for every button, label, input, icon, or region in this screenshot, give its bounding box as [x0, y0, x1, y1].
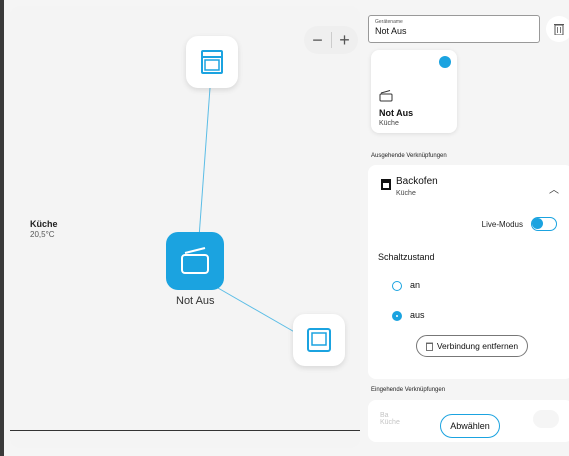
room-label: Küche 20,5°C	[30, 219, 58, 239]
status-badge	[439, 56, 451, 68]
chevron-up-icon[interactable]: ︿	[549, 181, 559, 196]
zoom-control: − +	[304, 26, 358, 54]
room-name: Küche	[30, 219, 58, 229]
radio-an[interactable]	[392, 281, 402, 291]
device-icon	[307, 328, 331, 352]
graph-canvas[interactable]: − + Küche 20,5°C Not Aus	[10, 6, 360, 448]
oven-icon	[381, 179, 391, 190]
incoming-title: Eingehende Verknüpfungen	[371, 387, 446, 393]
delete-device-button[interactable]	[546, 16, 569, 42]
canvas-divider	[10, 430, 360, 431]
node-backofen[interactable]	[186, 36, 238, 88]
incoming-device: Ba Küche	[380, 412, 400, 426]
device-name-value[interactable]: Not Aus	[375, 26, 533, 36]
device-card-room: Küche	[379, 120, 399, 127]
incoming-device-room: Küche	[380, 419, 400, 426]
trash-icon	[425, 342, 433, 351]
app-frame: − + Küche 20,5°C Not Aus Gerätename Not …	[0, 0, 569, 456]
outgoing-link-card: Backofen Küche ︿ Live-Modus Schaltzustan…	[368, 165, 569, 379]
outgoing-device-name: Backofen	[396, 176, 438, 187]
incoming-device-name: Ba	[380, 412, 389, 419]
link-to-backofen	[197, 87, 211, 252]
state-title: Schaltzustand	[378, 252, 435, 262]
node-not-aus[interactable]	[166, 232, 224, 290]
room-temperature: 20,5°C	[30, 230, 55, 239]
deselect-button[interactable]: Abwählen	[440, 414, 500, 438]
radio-label-an: an	[410, 280, 421, 290]
link-to-bottom-device	[217, 287, 299, 335]
oven-icon	[201, 50, 223, 74]
remove-link-label: Verbindung entfernen	[436, 341, 519, 351]
live-mode-label: Live-Modus	[481, 220, 523, 229]
device-card[interactable]: Not Aus Küche	[371, 50, 457, 133]
toggle-knob	[532, 218, 543, 229]
connection-lines	[197, 87, 299, 335]
remove-link-button[interactable]: Verbindung entfernen	[416, 335, 528, 357]
radio-label-aus: aus	[410, 310, 425, 320]
node-device[interactable]	[293, 314, 345, 366]
zoom-in-button[interactable]: +	[332, 30, 358, 51]
device-name-label: Gerätename	[375, 19, 403, 25]
outgoing-device-room: Küche	[396, 190, 416, 197]
radio-aus[interactable]	[392, 311, 402, 321]
details-panel: Gerätename Not Aus Not Aus Küche Ausgehe…	[366, 0, 569, 456]
switch-icon	[181, 247, 209, 274]
incoming-delete-button[interactable]	[533, 410, 559, 428]
device-card-name: Not Aus	[379, 108, 414, 118]
device-name-field[interactable]: Gerätename Not Aus	[368, 15, 540, 43]
trash-icon	[554, 24, 564, 35]
live-mode-toggle[interactable]	[531, 217, 557, 231]
switch-icon	[379, 90, 393, 102]
zoom-out-button[interactable]: −	[305, 30, 331, 51]
outgoing-title: Ausgehende Verknüpfungen	[371, 153, 447, 159]
node-label-not-aus: Not Aus	[176, 295, 215, 307]
